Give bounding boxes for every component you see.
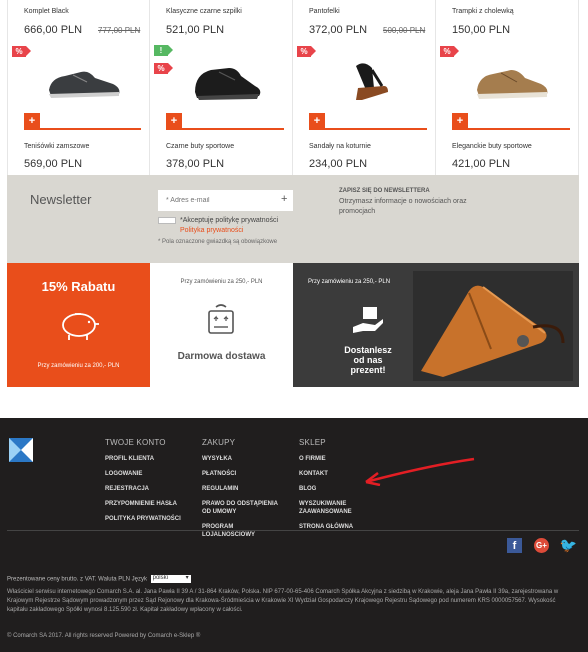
- product-price: 378,00 PLN: [166, 158, 225, 170]
- footer-link[interactable]: LOGOWANIE: [105, 470, 181, 478]
- red-arrow-annotation: [365, 457, 475, 486]
- product-card[interactable]: Komplet Black 666,00 PLN 777,00 PLN % + …: [7, 0, 150, 175]
- product-card[interactable]: Klasyczne czarne szpilki 521,00 PLN ! % …: [150, 0, 293, 175]
- language-select[interactable]: polski: [150, 574, 191, 583]
- newsletter-section: Newsletter + *Akceptuję politykę prywatn…: [7, 175, 579, 263]
- footer-link[interactable]: REGULAMIN: [202, 485, 287, 493]
- subscribe-button[interactable]: +: [281, 193, 287, 205]
- newsletter-heading: ZAPISZ SIĘ DO NEWSLETTERA: [339, 188, 430, 194]
- footer: TWOJE KONTO PROFIL KLIENTA LOGOWANIE REJ…: [0, 418, 588, 652]
- footer-col-title: TWOJE KONTO: [105, 438, 166, 447]
- footer-divider: [7, 530, 579, 531]
- footer-link[interactable]: BLOG: [299, 485, 369, 493]
- dark-sneaker-icon[interactable]: [43, 58, 123, 103]
- product-price: 421,00 PLN: [452, 158, 511, 170]
- add-to-cart-button[interactable]: +: [452, 113, 468, 128]
- package-icon: [208, 304, 234, 334]
- product-price-prev: 372,00 PLN: [309, 24, 368, 36]
- consent-label: *Akceptuję politykę prywatności: [180, 217, 279, 224]
- divider: [452, 128, 570, 130]
- product-name-prev[interactable]: Komplet Black: [24, 8, 69, 15]
- product-name[interactable]: Teniśówki zamszowe: [24, 143, 89, 150]
- black-sport-shoe-icon[interactable]: [185, 58, 265, 103]
- footer-link[interactable]: PROFIL KLIENTA: [105, 455, 181, 463]
- required-note: * Pola oznaczone gwiazdką są obowiązkowe: [158, 239, 278, 245]
- product-card[interactable]: Pantofelki 372,00 PLN 500,00 PLN % + San…: [293, 0, 436, 175]
- sale-badge: %: [12, 46, 31, 57]
- add-to-cart-button[interactable]: +: [166, 113, 182, 128]
- free-delivery-banner[interactable]: Przy zamówieniu za 250,- PLN Darmowa dos…: [150, 263, 293, 387]
- piggy-bank-icon: [62, 313, 99, 340]
- product-price-prev: 150,00 PLN: [452, 24, 511, 36]
- legal-text: Właściciel serwisu internetowego Comarch…: [7, 589, 559, 613]
- footer-link[interactable]: WYSZUKIWANIE ZAAWANSOWANE: [299, 500, 369, 516]
- product-card[interactable]: Trampki z cholewką 150,00 PLN % + Elegan…: [436, 0, 579, 175]
- divider: [309, 128, 427, 130]
- privacy-policy-link[interactable]: Polityka prywatności: [180, 227, 243, 234]
- footer-col-title: ZAKUPY: [202, 438, 236, 447]
- delivery-text: Przy zamówieniu za 250,- PLN: [180, 279, 263, 285]
- google-plus-icon[interactable]: G+: [534, 538, 549, 553]
- delivery-title: Darmowa dostawa: [177, 351, 266, 362]
- footer-link[interactable]: PRAWO DO ODSTĄPIENIA OD UMOWY: [202, 500, 287, 516]
- newsletter-title: Newsletter: [30, 192, 92, 207]
- footer-link[interactable]: WYSYŁKA: [202, 455, 287, 463]
- product-name-prev[interactable]: Klasyczne czarne szpilki: [166, 8, 242, 15]
- gift-banner[interactable]: Przy zamówieniu za 250,- PLN Dostanlesz …: [293, 263, 579, 387]
- product-price: 234,00 PLN: [309, 158, 368, 170]
- gift-text: Przy zamówieniu za 250,- PLN: [308, 279, 391, 285]
- product-price-prev: 666,00 PLN: [24, 24, 83, 36]
- footer-col-shop: SKLEP O FIRMIE KONTAKT BLOG WYSZUKIWANIE…: [299, 438, 369, 538]
- gift-title: Dostanlesz od nas prezent!: [344, 345, 392, 375]
- discount-title: 15% Rabatu: [41, 279, 116, 294]
- footer-link[interactable]: PRZYPOMNIENIE HASŁA: [105, 500, 181, 508]
- footer-link[interactable]: REJESTRACJA: [105, 485, 181, 493]
- add-to-cart-button[interactable]: +: [309, 113, 325, 128]
- product-grid: Komplet Black 666,00 PLN 777,00 PLN % + …: [7, 0, 579, 175]
- leather-pouch-image: [413, 271, 573, 381]
- price-note: Prezentowane ceny brutto. z VAT. Waluta …: [7, 574, 191, 583]
- product-name-prev[interactable]: Pantofelki: [309, 8, 340, 15]
- sale-badge: %: [297, 46, 316, 57]
- footer-link[interactable]: POLITYKA PRYWATNOŚCI: [105, 515, 181, 523]
- product-name-prev[interactable]: Trampki z cholewką: [452, 8, 514, 15]
- product-price: 569,00 PLN: [24, 158, 83, 170]
- discount-banner[interactable]: 15% Rabatu Przy zamówieniu za 200,- PLN: [7, 263, 150, 387]
- email-field[interactable]: [158, 190, 293, 211]
- newsletter-description: Otrzymasz informacje o nowościach oraz p…: [339, 198, 467, 215]
- facebook-icon[interactable]: f: [507, 538, 522, 553]
- new-badge: !: [154, 45, 173, 56]
- product-old-price: 777,00 PLN: [98, 26, 141, 35]
- twitter-icon[interactable]: 🐦: [560, 537, 577, 553]
- add-to-cart-button[interactable]: +: [24, 113, 40, 128]
- footer-link[interactable]: PROGRAM LOJALNOŚCIOWY: [202, 523, 287, 539]
- divider: [166, 128, 284, 130]
- product-name[interactable]: Czarne buty sportowe: [166, 143, 234, 150]
- divider: [24, 128, 141, 130]
- product-name[interactable]: Sandały na koturnie: [309, 143, 371, 150]
- logo-icon[interactable]: [9, 438, 33, 462]
- sale-badge: %: [440, 46, 459, 57]
- consent-toggle[interactable]: [158, 217, 176, 224]
- price-note-text: Prezentowane ceny brutto. z VAT. Waluta …: [7, 576, 147, 583]
- product-price-prev: 521,00 PLN: [166, 24, 225, 36]
- product-name[interactable]: Eleganckie buty sportowe: [452, 143, 532, 150]
- footer-col-title: SKLEP: [299, 438, 326, 447]
- product-old-price: 500,00 PLN: [383, 26, 426, 35]
- sale-badge: %: [154, 63, 173, 74]
- gift-hand-icon: [353, 307, 383, 333]
- tan-sneaker-icon[interactable]: [471, 58, 551, 103]
- copyright: © Comarch SA 2017. All rights reserved P…: [7, 633, 201, 639]
- footer-col-account: TWOJE KONTO PROFIL KLIENTA LOGOWANIE REJ…: [105, 438, 181, 530]
- discount-text: Przy zamówieniu za 200,- PLN: [37, 363, 120, 369]
- footer-link[interactable]: PŁATNOŚCI: [202, 470, 287, 478]
- wedge-sandal-icon[interactable]: [328, 58, 408, 103]
